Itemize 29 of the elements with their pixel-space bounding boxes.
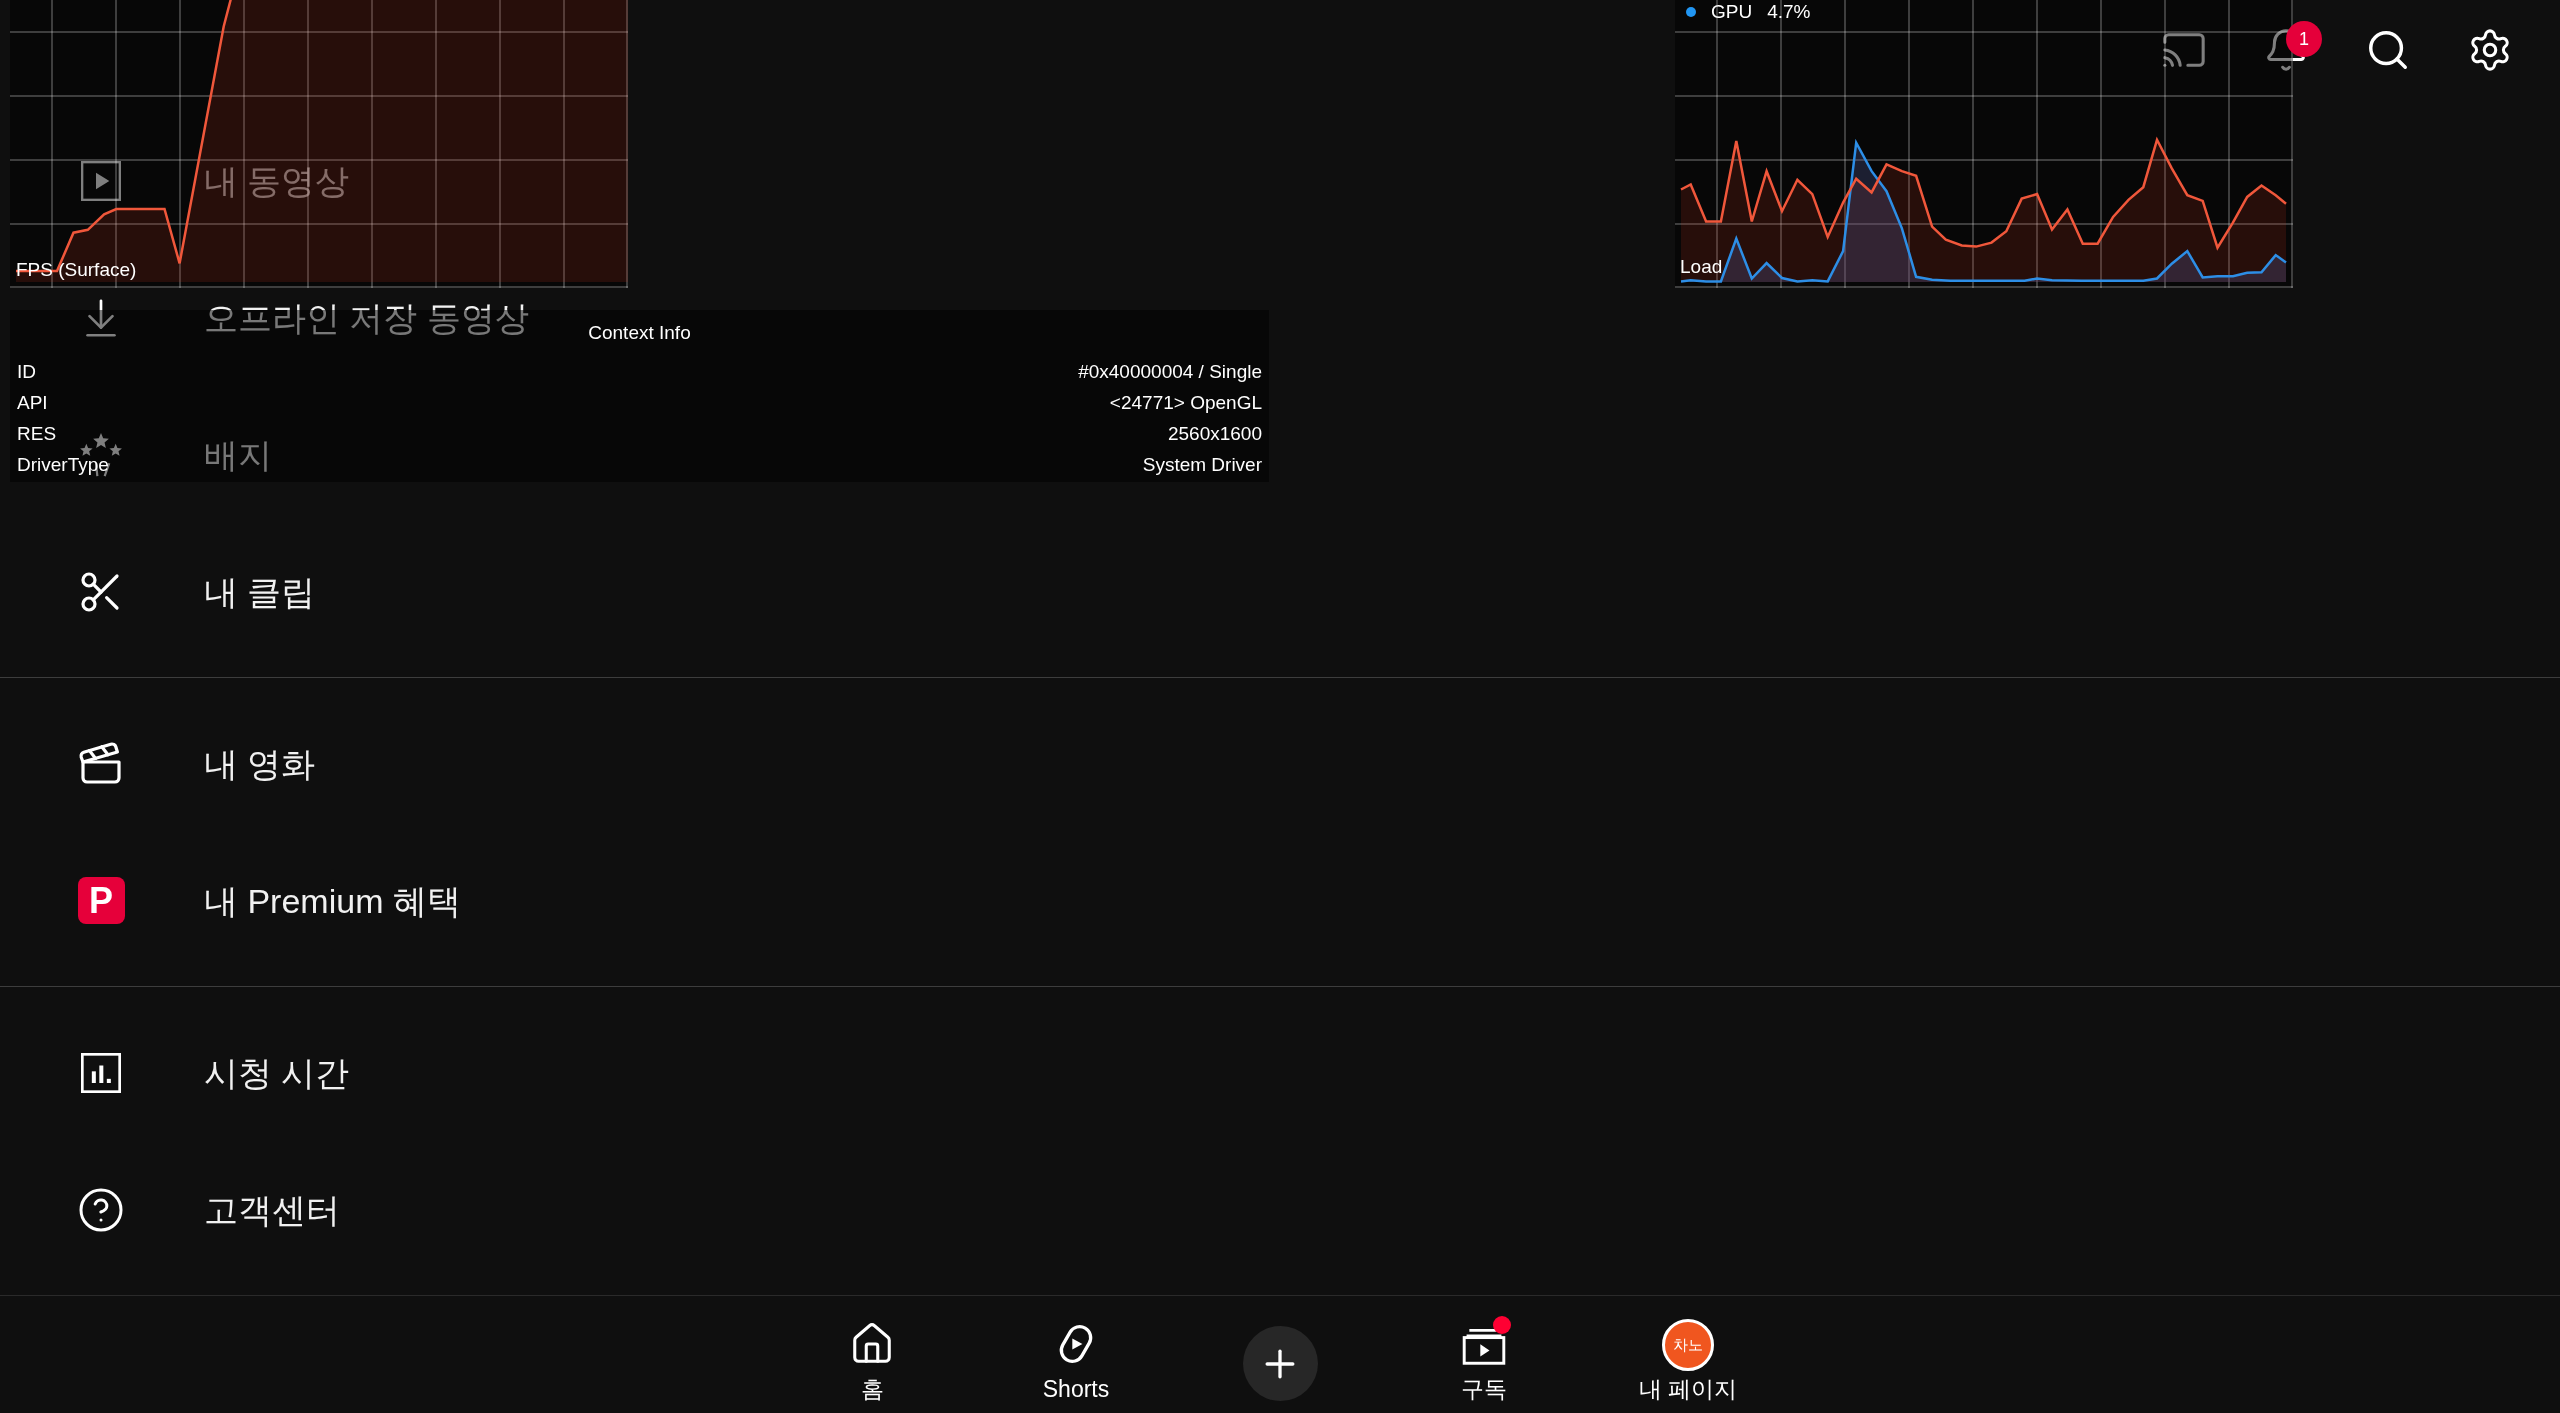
graph-label: Load (1680, 255, 1723, 279)
info-value: 2560x1600 (1167, 421, 1262, 446)
bar-chart-icon (81, 1052, 121, 1093)
nav-tab[interactable]: 구독 (1454, 1315, 1514, 1413)
menu-item[interactable]: 내 동영상 (204, 158, 350, 203)
info-value: <24771> OpenGL (1109, 390, 1262, 415)
notification-badge: 1 (2286, 21, 2322, 57)
menu-item[interactable]: 내 클립 (204, 569, 316, 614)
avatar: 차노 (1662, 1319, 1714, 1371)
nav-tab[interactable]: Shorts (1035, 1315, 1117, 1413)
menu-item[interactable]: 배지 (204, 432, 272, 477)
info-label: RES (17, 421, 57, 446)
play-square-icon (81, 160, 121, 201)
info-value: #0x40000004 / Single (1078, 359, 1262, 384)
info-value: System Driver (1142, 452, 1262, 477)
legend-value: 4.7% (1767, 0, 1811, 24)
info-label: DriverType (17, 452, 109, 477)
menu-item[interactable]: 시청 시간 (204, 1050, 350, 1095)
nav-tab[interactable]: 차노 내 페이지 (1638, 1319, 1738, 1413)
menu-item[interactable]: 고객센터 (204, 1187, 340, 1232)
info-label: ID (17, 359, 36, 384)
panel-title: Context Info (588, 321, 691, 345)
menu-item[interactable]: 내 Premium 혜택 (204, 878, 461, 923)
premium-logo: P (77, 877, 125, 924)
legend-label: GPU (1711, 0, 1753, 24)
menu-item[interactable]: 오프라인 저장 동영상 (204, 295, 529, 340)
menu-item[interactable]: 내 영화 (204, 741, 316, 786)
info-label: API (17, 390, 48, 415)
nav-tab[interactable]: 홈 (842, 1315, 902, 1413)
